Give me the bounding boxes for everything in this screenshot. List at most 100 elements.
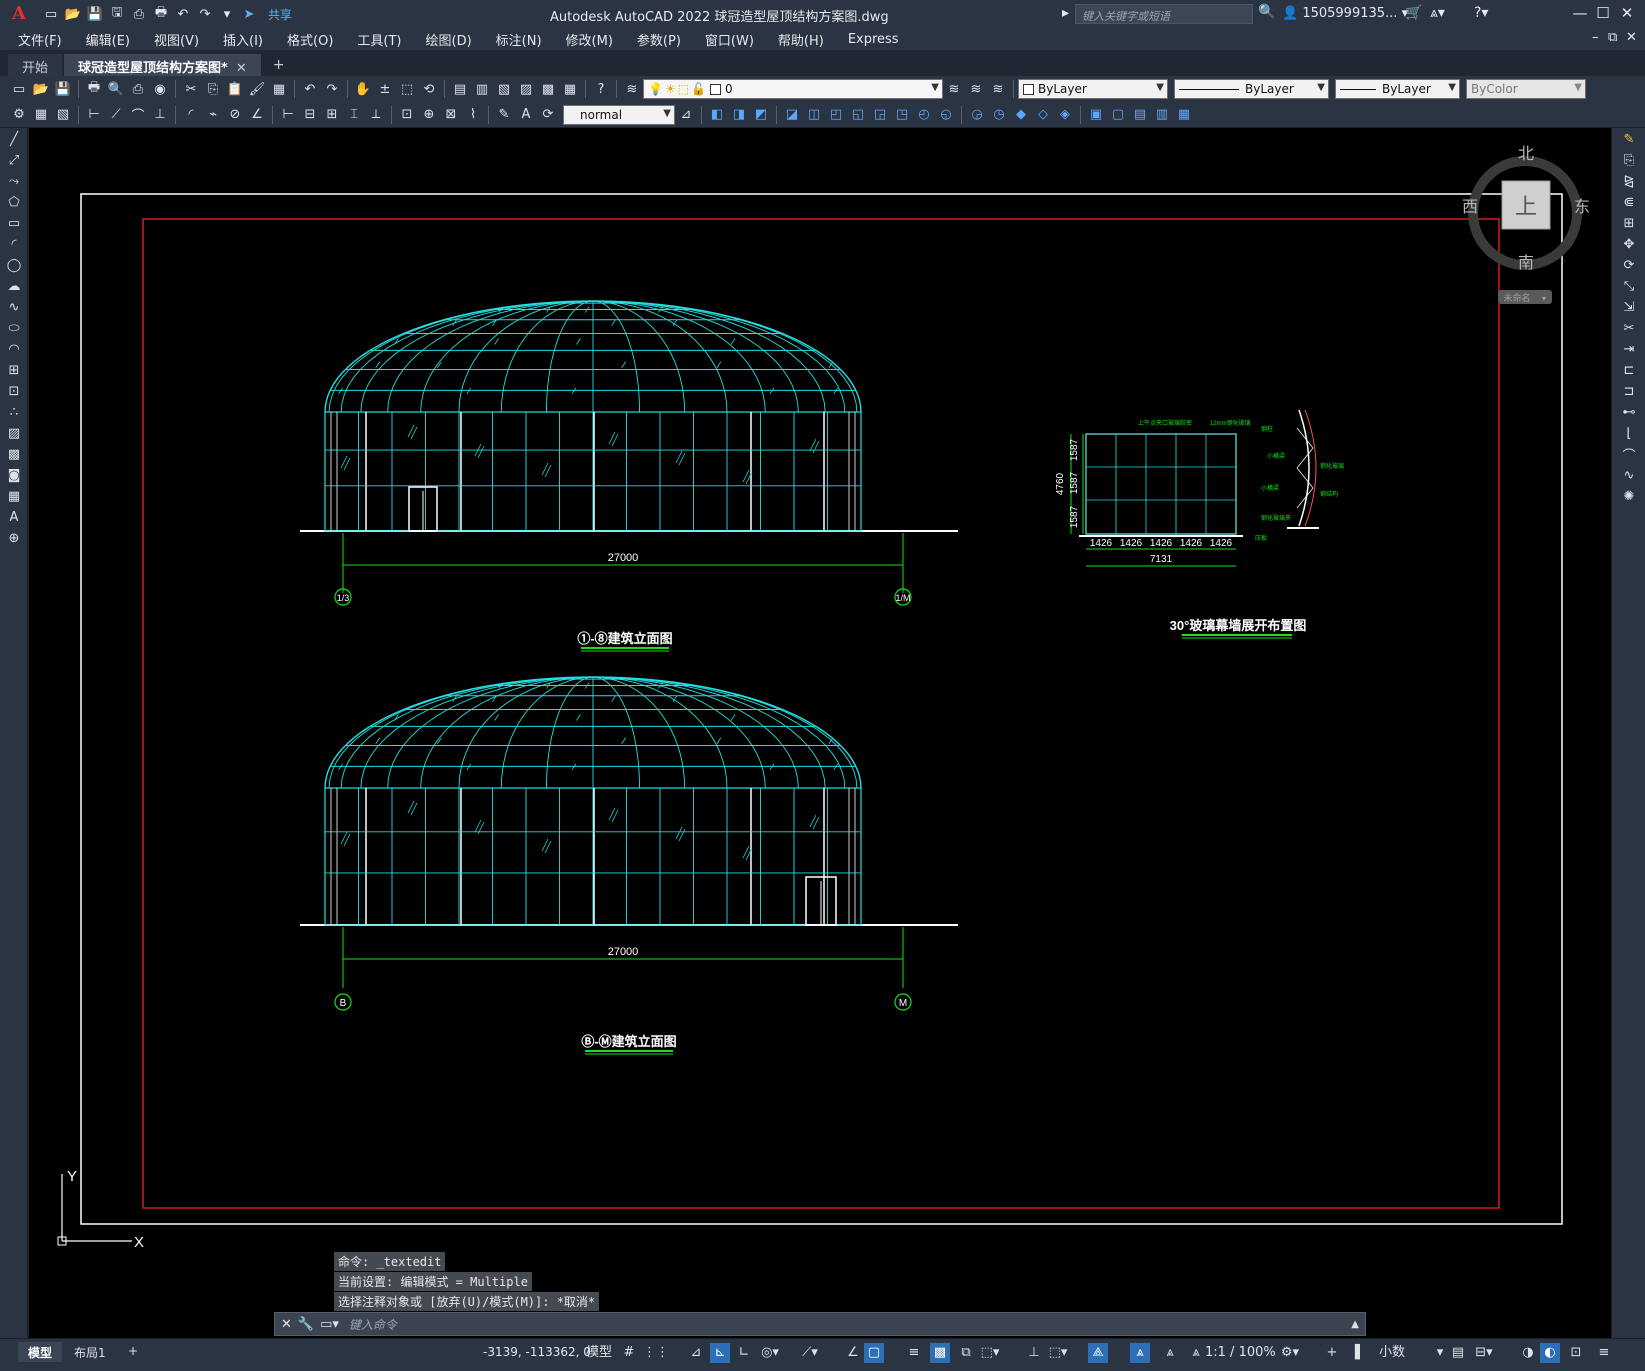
break-object-icon[interactable]: ⊐ xyxy=(1618,382,1640,401)
break-at-point-icon[interactable]: ⊏ xyxy=(1618,361,1640,380)
continue-icon[interactable]: ⊞ xyxy=(321,105,343,125)
grid-icon[interactable]: # xyxy=(619,1343,639,1363)
menu-parametric[interactable]: 参数(P) xyxy=(637,30,681,49)
color-dropdown[interactable]: ByLayer ▼ xyxy=(1018,79,1168,99)
print-icon[interactable]: 🖶 xyxy=(83,79,105,99)
qnew-icon[interactable]: ▭ xyxy=(8,79,30,99)
3d-subtract-icon[interactable]: ◨ xyxy=(728,105,750,125)
copy-icon[interactable]: ⎘ xyxy=(202,79,224,99)
dim-edit-icon[interactable]: ✎ xyxy=(493,105,515,125)
search-icon[interactable]: 🔍 xyxy=(1258,4,1275,20)
help-tool-icon[interactable]: ? xyxy=(590,79,612,99)
publish-file-icon[interactable]: ⎙ xyxy=(127,79,149,99)
mdi-minimize-icon[interactable]: – xyxy=(1592,30,1599,45)
new-icon[interactable]: ▭ xyxy=(42,5,60,23)
construction-line-icon[interactable]: ⤢ xyxy=(3,151,25,170)
detail-title[interactable]: 30°玻璃幕墙展开布置图 xyxy=(1170,618,1307,633)
mdi-close-icon[interactable]: ✕ xyxy=(1626,30,1637,45)
open-file-icon[interactable]: 📂 xyxy=(30,79,52,99)
line-icon[interactable]: ╱ xyxy=(3,130,25,149)
ellipse-arc-icon[interactable]: ◠ xyxy=(3,340,25,359)
array-icon[interactable]: ⊞ xyxy=(1618,214,1640,233)
revision-cloud-icon[interactable]: ☁ xyxy=(3,277,25,296)
selection-cycling-icon[interactable]: ⧉ xyxy=(956,1343,976,1363)
menu-modify[interactable]: 修改(M) xyxy=(566,30,613,49)
tool-palettes-icon[interactable]: ▧ xyxy=(493,79,515,99)
inspection-icon[interactable]: ⊠ xyxy=(440,105,462,125)
match-properties-icon[interactable]: 🖌 xyxy=(246,79,268,99)
chevron-right-icon[interactable]: ▸ xyxy=(1062,5,1069,21)
layer-previous-icon[interactable]: ≋ xyxy=(965,79,987,99)
rotate-faces-icon[interactable]: ◲ xyxy=(869,105,891,125)
save-file-icon[interactable]: 💾 xyxy=(52,79,74,99)
menu-format[interactable]: 格式(O) xyxy=(287,30,333,49)
arc-length-icon[interactable]: ⌒ xyxy=(127,105,149,125)
extract-edges-icon[interactable]: ▢ xyxy=(1107,105,1129,125)
mtext-icon[interactable]: A xyxy=(3,508,25,527)
color-faces-icon[interactable]: ◵ xyxy=(935,105,957,125)
autodesk-a360-icon[interactable]: ⩓▾ xyxy=(1430,5,1445,21)
undo-tool-icon[interactable]: ↶ xyxy=(299,79,321,99)
menu-window[interactable]: 窗口(W) xyxy=(705,30,754,49)
publish-icon[interactable]: ⎙ xyxy=(130,5,148,23)
redo-icon[interactable]: ↷ xyxy=(196,5,214,23)
menu-express[interactable]: Express xyxy=(848,32,899,47)
units-icon[interactable]: ▌ xyxy=(1350,1343,1370,1363)
shell-icon[interactable]: ◇ xyxy=(1032,105,1054,125)
jogged-linear-icon[interactable]: ⌇ xyxy=(462,105,484,125)
dim-update-icon[interactable]: ⟳ xyxy=(537,105,559,125)
zoom-realtime-icon[interactable]: ± xyxy=(374,79,396,99)
annotation-visibility-icon[interactable]: ⩓ xyxy=(1130,1343,1150,1363)
command-input[interactable]: 键入命令 xyxy=(349,1316,397,1333)
workspace-switch-icon[interactable]: ⚙▾ xyxy=(1280,1343,1300,1363)
cart-icon[interactable]: 🛒 xyxy=(1405,5,1422,21)
drawing-canvas[interactable]: 27000 1/3 1/M ①-⑧建筑立面图 27000 B M Ⓑ-Ⓜ建筑立面… xyxy=(29,128,1611,1338)
explode-icon[interactable]: ✺ xyxy=(1618,487,1640,506)
qat-dropdown-icon[interactable]: ▾ xyxy=(218,5,236,23)
zoom-previous-icon[interactable]: ⟲ xyxy=(418,79,440,99)
tab-layout1[interactable]: 布局1 xyxy=(64,1342,116,1362)
check-icon[interactable]: ◈ xyxy=(1054,105,1076,125)
rectangle-icon[interactable]: ▭ xyxy=(3,214,25,233)
detail-width-2[interactable]: 1426 xyxy=(1120,538,1143,549)
infer-constraints-icon[interactable]: ⊿ xyxy=(686,1343,706,1363)
open-icon[interactable]: 📂 xyxy=(64,5,82,23)
copy-object-icon[interactable]: ⎘ xyxy=(1618,151,1640,170)
gizmo-icon[interactable]: ⟁ xyxy=(1088,1343,1108,1363)
drawing-title[interactable]: ①-⑧建筑立面图 xyxy=(577,631,672,646)
minimize-icon[interactable]: — xyxy=(1571,4,1589,22)
help-icon[interactable]: ?▾ xyxy=(1474,5,1488,21)
undo-icon[interactable]: ↶ xyxy=(174,5,192,23)
properties-icon[interactable]: ▤ xyxy=(449,79,471,99)
close-icon[interactable]: ✕ xyxy=(1618,4,1636,22)
erase-icon[interactable]: ✎ xyxy=(1618,130,1640,149)
menu-help[interactable]: 帮助(H) xyxy=(778,30,824,49)
zoom-window-icon[interactable]: ⬚ xyxy=(396,79,418,99)
transparency-icon[interactable]: ▩ xyxy=(930,1343,950,1363)
ordinate-icon[interactable]: ⊥ xyxy=(149,105,171,125)
compass-south[interactable]: 南 xyxy=(1518,254,1534,272)
maximize-icon[interactable]: ☐ xyxy=(1594,4,1612,22)
block-editor-icon[interactable]: ▦ xyxy=(268,79,290,99)
separate-icon[interactable]: ◆ xyxy=(1010,105,1032,125)
drawing-title[interactable]: Ⓑ-Ⓜ建筑立面图 xyxy=(581,1034,676,1049)
fillet-icon[interactable]: ⌒ xyxy=(1618,445,1640,464)
plot-icon[interactable]: 🖶 xyxy=(152,5,170,23)
menu-tools[interactable]: 工具(T) xyxy=(357,30,401,49)
new-tab-icon[interactable]: + xyxy=(263,54,295,76)
polygon-icon[interactable]: ⬠ xyxy=(3,193,25,212)
snap-icon[interactable]: ⋮⋮ xyxy=(643,1343,669,1363)
trim-icon[interactable]: ✂ xyxy=(1618,319,1640,338)
detail-height-1[interactable]: 1587 xyxy=(1069,438,1080,461)
jogged-icon[interactable]: ⌁ xyxy=(202,105,224,125)
3d-union-icon[interactable]: ◧ xyxy=(706,105,728,125)
share-label[interactable]: 共享 xyxy=(268,6,292,23)
coordinates-readout[interactable]: -3139, -113362, 0 xyxy=(483,1345,591,1359)
detail-height-3[interactable]: 1587 xyxy=(1069,505,1080,528)
annotation-scale-icon[interactable]: ⩓ xyxy=(1186,1343,1206,1363)
compass-east[interactable]: 东 xyxy=(1574,198,1590,216)
baseline-icon[interactable]: ⊟ xyxy=(299,105,321,125)
stretch-icon[interactable]: ⇲ xyxy=(1618,298,1640,317)
arc-icon[interactable]: ◜ xyxy=(3,235,25,254)
cut-icon[interactable]: ✂ xyxy=(180,79,202,99)
